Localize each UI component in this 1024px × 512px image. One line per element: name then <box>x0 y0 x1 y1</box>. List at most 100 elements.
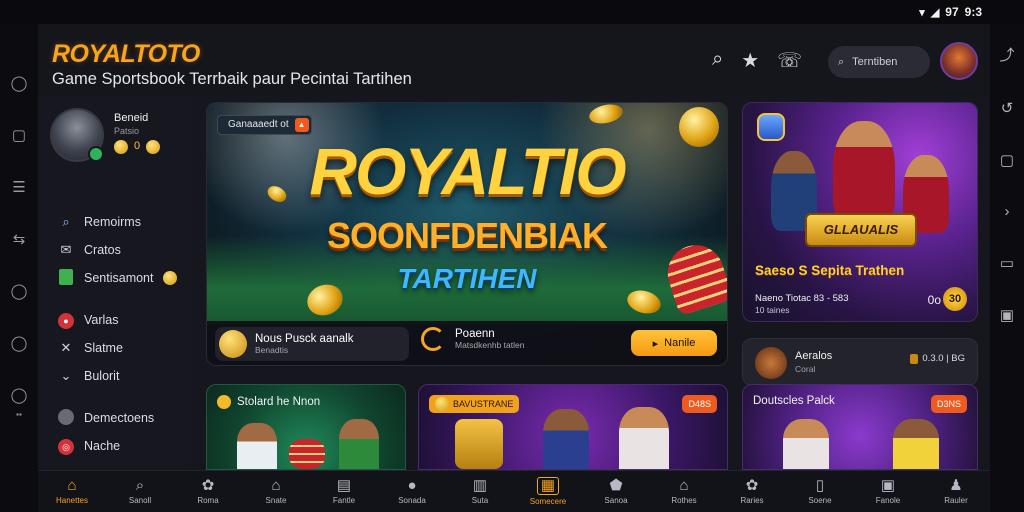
home-icon: ⌂ <box>679 477 689 494</box>
coin-icon <box>163 271 178 285</box>
play-icon: ▸ <box>652 337 659 350</box>
share-icon[interactable]: ⤴ <box>999 44 1014 65</box>
sidebar-item-label: Cratos <box>84 243 121 257</box>
game-card-label: Stolard he Nnon <box>237 396 321 408</box>
player-figure <box>783 419 829 469</box>
progress-ring-icon <box>421 327 445 351</box>
sidebar-item-nache[interactable]: ◎ Nache <box>38 432 190 460</box>
overview-icon[interactable]: ▢ <box>1000 151 1014 169</box>
match-subtitle: Coral <box>795 364 816 374</box>
match-odds: 0.3.0 | BG <box>910 353 965 364</box>
chat-icon[interactable]: ☏ <box>777 48 802 73</box>
tablet-icon[interactable]: ▢ <box>12 126 26 144</box>
bottom-nav-item-snate[interactable]: ⌂ Snate <box>242 471 310 512</box>
rail-label: ▪▪ <box>16 410 22 419</box>
hero-banner[interactable]: Ganaaaedt ot ▲ ROYALTIO SOONFDENBIAK TAR… <box>206 102 728 366</box>
sidebar-item-remoirms[interactable]: ⌕ Remoirms <box>38 208 190 236</box>
home-icon: ⌂ <box>67 477 77 494</box>
sidebar-item-cratos[interactable]: ✉ Cratos <box>38 236 190 264</box>
user-avatar[interactable] <box>940 42 978 80</box>
player-figure <box>833 121 895 221</box>
circle-icon[interactable]: ◯ <box>11 74 28 92</box>
cast-icon[interactable]: ⇆ <box>13 230 26 248</box>
chat-icon: ● <box>407 477 417 494</box>
document-icon <box>58 268 74 288</box>
bottom-nav-item-fantle[interactable]: ▤ Fantle <box>310 471 378 512</box>
bottom-nav-item-sonada[interactable]: ● Sonada <box>378 471 446 512</box>
sidebar-item-label: Remoirms <box>84 215 141 229</box>
bottom-nav-item-soene[interactable]: ▯ Soene <box>786 471 854 512</box>
recent-icon[interactable]: ▣ <box>1000 306 1014 324</box>
flame-icon: ▲ <box>294 118 309 132</box>
promo-subdetails: 10 taines <box>755 305 790 315</box>
bottom-nav-item-rothes[interactable]: ⌂ Rothes <box>650 471 718 512</box>
promo-details: Naeno Tiotac 83 - 583 <box>755 293 849 304</box>
game-card[interactable]: Doutscles Palck D3NS <box>742 384 978 470</box>
close-icon: ✕ <box>60 340 72 355</box>
star-icon[interactable]: ★ <box>741 48 759 73</box>
search-placeholder: Terntiben <box>852 56 898 68</box>
player-figure <box>619 407 669 469</box>
coin-icon <box>435 397 449 411</box>
hero-cta-button[interactable]: ▸ Nanile <box>631 330 717 356</box>
app-window: ROYALTOTO Game Sportsbook Terrbaik paur … <box>38 24 990 512</box>
screen: ▾ ◢ 97 9:3 ◯ ▢ ☰ ⇆ ◯ ◯ ◯ ▪▪ ⤴ ↺ ▢ › ▭ ▣ … <box>0 0 1024 512</box>
bottom-nav-item-rauler[interactable]: ♟ Rauler <box>922 471 990 512</box>
chip-icon: ◎ <box>58 438 74 455</box>
play-icon[interactable]: ◯ <box>11 386 28 404</box>
promo-card[interactable]: GLLAUALIS Saeso S Sepita Trathen Naeno T… <box>742 102 978 322</box>
player-figure <box>339 419 379 469</box>
trophy-icon: ♟ <box>949 477 963 494</box>
signal-icon: ◢ <box>930 6 940 19</box>
back-icon[interactable]: › <box>1005 203 1010 220</box>
sidebar-item-slatme[interactable]: ✕ Slatme <box>38 334 190 362</box>
sidebar-item-sentisamont[interactable]: Sentisamont <box>38 264 190 292</box>
promo-shield: GLLAUALIS <box>805 213 917 247</box>
bonus-panel[interactable]: Nous Pusck aanalk Benadtis <box>215 327 409 361</box>
hero-info-bar: Nous Pusck aanalk Benadtis Poaenn Matsdk… <box>207 321 727 365</box>
undo-icon[interactable]: ↺ <box>1001 99 1014 117</box>
coin-value: 0 <box>134 140 141 152</box>
system-rail-right: ⤴ ↺ ▢ › ▭ ▣ <box>990 24 1024 512</box>
info-panel: Poaenn Matsdkenhb tatlen <box>421 327 524 351</box>
search-icon: ⌕ <box>135 477 145 494</box>
bottom-nav-item-sanoa[interactable]: ⬟ Sanoa <box>582 471 650 512</box>
bottom-nav-item-raries[interactable]: ✿ Raries <box>718 471 786 512</box>
help-icon[interactable]: ◯ <box>11 334 28 352</box>
match-title: Aeralos <box>795 350 833 362</box>
profile-avatar[interactable] <box>50 108 104 162</box>
bonus-subtitle: Benadtis <box>255 345 289 355</box>
page-tagline: Game Sportsbook Terrbaik paur Pecintai T… <box>52 70 412 88</box>
bottom-nav-label: Sonada <box>398 496 426 505</box>
search-input[interactable]: ⌕ Terntiben <box>828 46 930 78</box>
mail-icon: ✉ <box>60 242 72 257</box>
sidebar-item-bulorit[interactable]: ⌄ Bulorit <box>38 362 190 390</box>
bottom-nav-item-home[interactable]: ⌂ Hanettes <box>38 471 106 512</box>
sidebar-item-demectoens[interactable]: Demectoens <box>38 404 190 432</box>
list-icon: ▤ <box>336 477 352 494</box>
game-card[interactable]: Stolard he Nnon <box>206 384 406 470</box>
bottom-nav-item-roma[interactable]: ✿ Roma <box>174 471 242 512</box>
bottom-nav-item-suta[interactable]: ▥ Suta <box>446 471 514 512</box>
bottom-nav-item-search[interactable]: ⌕ Sanoll <box>106 471 174 512</box>
menu-icon[interactable]: ☰ <box>12 178 25 196</box>
bottom-nav-label: Snate <box>265 496 287 505</box>
settings-icon[interactable]: ◯ <box>11 282 28 300</box>
game-card[interactable]: BAVUSTRANE D48S <box>418 384 728 470</box>
window-icon[interactable]: ▭ <box>1000 254 1014 272</box>
coin-icon <box>219 330 247 358</box>
promo-value: 0o <box>927 293 941 307</box>
sidebar-item-varlas[interactable]: ● Varlas <box>38 306 190 334</box>
brand-logo[interactable]: ROYALTOTO <box>52 40 200 69</box>
bottom-nav-item-somecere[interactable]: ▦ Somecere <box>514 471 582 512</box>
layout-icon: ▦ <box>536 477 560 495</box>
search-icon: ⌕ <box>62 214 70 229</box>
player-figure <box>543 409 589 469</box>
sidebar-item-label: Nache <box>84 439 121 453</box>
bottom-nav-label: Soene <box>808 496 832 505</box>
search-icon[interactable]: ⌕ <box>712 48 723 73</box>
wifi-icon: ▾ <box>919 6 925 19</box>
hero-tag-label: Ganaaaedt ot <box>228 119 289 130</box>
match-card[interactable]: Aeralos Coral 0.3.0 | BG <box>742 338 978 386</box>
bottom-nav-item-fanole[interactable]: ▣ Fanole <box>854 471 922 512</box>
